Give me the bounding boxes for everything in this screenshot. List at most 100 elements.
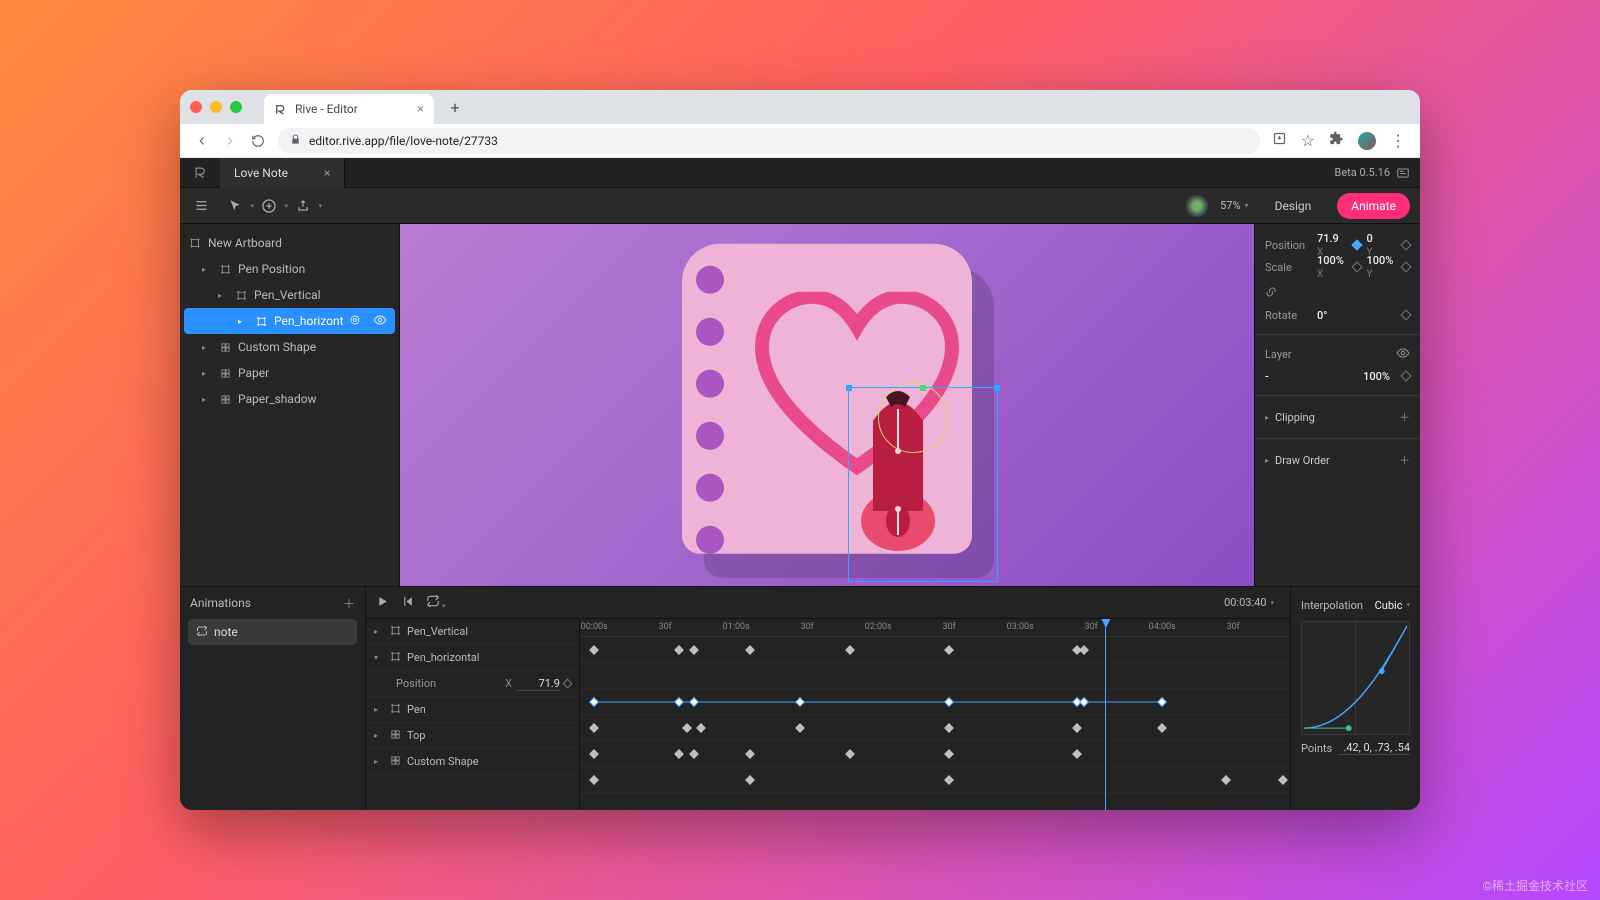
hierarchy-item[interactable]: ▸Pen Position <box>180 256 399 282</box>
add-tool-icon[interactable]: ▾ <box>258 195 280 217</box>
add-animation-button[interactable]: ＋ <box>343 595 355 612</box>
keyframe[interactable] <box>745 775 755 785</box>
track-row[interactable]: ▸Pen_Vertical <box>366 619 579 645</box>
new-artboard-row[interactable]: New Artboard <box>180 230 399 256</box>
chrome-menu-icon[interactable]: ⋮ <box>1390 131 1406 150</box>
keyframe-diamond-icon[interactable] <box>1400 261 1411 272</box>
keyframe[interactable] <box>696 723 706 733</box>
expand-arrow-icon[interactable]: ▸ <box>202 369 212 378</box>
scale-y-input[interactable]: 100% <box>1367 254 1397 267</box>
extensions-icon[interactable] <box>1329 131 1344 150</box>
scale-x-input[interactable]: 100% <box>1317 254 1347 267</box>
expand-arrow-icon[interactable]: ▸ <box>202 265 212 274</box>
track-area[interactable]: 00:00s30f01:00s30f02:00s30f03:00s30f04:0… <box>580 619 1290 810</box>
layer-opacity-input[interactable]: 100% <box>1363 370 1390 383</box>
keyframe[interactable] <box>689 749 699 759</box>
track-lane[interactable] <box>580 689 1290 715</box>
file-tab-close-icon[interactable]: × <box>324 166 330 180</box>
canvas[interactable] <box>400 224 1254 586</box>
hierarchy-item[interactable]: ▸Pen_horizontal <box>184 308 395 334</box>
visibility-icon[interactable] <box>1396 346 1410 363</box>
select-tool-icon[interactable]: ▾ <box>224 195 246 217</box>
keyframe[interactable] <box>689 645 699 655</box>
loop-mode-button[interactable]: ▾ <box>426 593 446 612</box>
keyframe-diamond-icon[interactable] <box>1400 370 1411 381</box>
track-row[interactable]: ▸Pen <box>366 697 579 723</box>
keyframe[interactable] <box>944 645 954 655</box>
hierarchy-item[interactable]: ▸Paper_shadow <box>180 386 399 412</box>
reload-button[interactable] <box>250 133 266 149</box>
keyframe-diamond-icon[interactable] <box>1351 261 1362 272</box>
track-row[interactable]: PositionX <box>366 671 579 697</box>
timecode[interactable]: 00:03:40▾ <box>1224 596 1274 609</box>
add-clipping-icon[interactable]: ＋ <box>1399 409 1410 425</box>
target-icon[interactable] <box>349 314 361 329</box>
keyframe[interactable] <box>1079 645 1089 655</box>
track-lane[interactable] <box>580 715 1290 741</box>
track-row[interactable]: ▸Custom Shape <box>366 749 579 775</box>
track-row[interactable]: ▾Pen_horizontal <box>366 645 579 671</box>
keyframe[interactable] <box>944 723 954 733</box>
keyframe-diamond-icon[interactable] <box>1351 239 1362 250</box>
animation-item[interactable]: note <box>188 619 357 645</box>
keyframe[interactable] <box>795 697 805 707</box>
expand-arrow-icon[interactable]: ▾ <box>374 653 384 662</box>
position-y-input[interactable]: 0 <box>1367 232 1397 245</box>
position-x-input[interactable]: 71.9 <box>1317 232 1347 245</box>
keyframe[interactable] <box>589 697 599 707</box>
curve-editor[interactable] <box>1301 621 1410 735</box>
keyframe[interactable] <box>1221 775 1231 785</box>
track-row[interactable]: ▸Top <box>366 723 579 749</box>
layer-value[interactable]: - <box>1265 370 1269 383</box>
tab-close-icon[interactable]: × <box>417 102 424 117</box>
expand-arrow-icon[interactable]: ▸ <box>374 705 384 714</box>
keyframe[interactable] <box>1072 749 1082 759</box>
hierarchy-item[interactable]: ▸Pen_Vertical <box>180 282 399 308</box>
expand-arrow-icon[interactable]: ▸ <box>238 317 248 326</box>
rotate-input[interactable]: 0° <box>1317 309 1327 322</box>
keyframe-diamond-icon[interactable] <box>563 679 573 689</box>
keyframe-diamond-icon[interactable] <box>1400 309 1411 320</box>
keyframe[interactable] <box>1157 723 1167 733</box>
track-lane[interactable] <box>580 741 1290 767</box>
traffic-max[interactable] <box>230 101 242 113</box>
file-tab[interactable]: Love Note × <box>220 158 345 188</box>
hierarchy-item[interactable]: ▸Paper <box>180 360 399 386</box>
keyframe[interactable] <box>674 645 684 655</box>
expand-arrow-icon[interactable]: ▸ <box>374 627 384 636</box>
keyframe[interactable] <box>1079 697 1089 707</box>
keyframe[interactable] <box>689 697 699 707</box>
traffic-close[interactable] <box>190 101 202 113</box>
time-ruler[interactable]: 00:00s30f01:00s30f02:00s30f03:00s30f04:0… <box>580 619 1290 637</box>
clipping-section[interactable]: ▸Clipping＋ <box>1265 404 1410 430</box>
keyframe[interactable] <box>944 775 954 785</box>
browser-tab[interactable]: Rive - Editor × <box>264 94 434 124</box>
track-lane[interactable] <box>580 637 1290 663</box>
keyframe[interactable] <box>845 749 855 759</box>
keyframe[interactable] <box>795 723 805 733</box>
animate-mode-button[interactable]: Animate <box>1337 193 1410 219</box>
forward-button[interactable] <box>222 133 238 149</box>
back-button[interactable] <box>194 133 210 149</box>
keyframe[interactable] <box>589 749 599 759</box>
interpolation-type-dropdown[interactable]: Cubic▾ <box>1375 599 1410 612</box>
keyframe[interactable] <box>589 645 599 655</box>
keyframe[interactable] <box>1157 697 1167 707</box>
visibility-icon[interactable] <box>373 313 387 330</box>
home-button[interactable] <box>180 165 220 180</box>
to-start-button[interactable] <box>401 593 414 612</box>
user-avatar[interactable] <box>1186 195 1208 217</box>
track-value-input[interactable] <box>516 677 560 691</box>
draworder-section[interactable]: ▸Draw Order＋ <box>1265 447 1410 473</box>
keyframe[interactable] <box>674 697 684 707</box>
keyframe[interactable] <box>745 749 755 759</box>
url-input[interactable]: editor.rive.app/file/love-note/27733 <box>278 128 1260 154</box>
track-lane[interactable] <box>580 767 1290 793</box>
link-icon[interactable] <box>1265 286 1279 301</box>
keyframe[interactable] <box>745 645 755 655</box>
keyframe[interactable] <box>682 723 692 733</box>
expand-arrow-icon[interactable]: ▸ <box>202 395 212 404</box>
new-tab-button[interactable]: + <box>442 94 468 120</box>
playhead[interactable] <box>1105 619 1106 810</box>
hamburger-menu-icon[interactable] <box>190 195 212 217</box>
